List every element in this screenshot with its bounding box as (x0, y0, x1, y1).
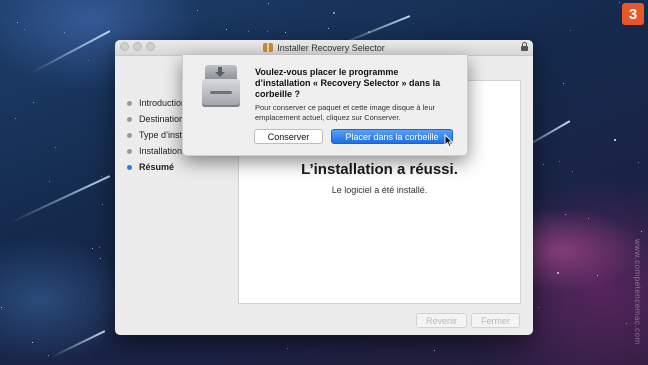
star (557, 272, 559, 274)
star (32, 342, 33, 343)
step-summary: Résumé (127, 159, 211, 175)
star (102, 204, 103, 205)
step-label: Introduction (139, 98, 187, 108)
step-dot-icon (127, 100, 132, 106)
star (49, 181, 50, 182)
step-dot-icon (127, 116, 132, 122)
mouse-pointer-icon (444, 134, 454, 148)
star (24, 29, 25, 30)
move-to-trash-button[interactable]: Placer dans la corbeille (331, 129, 453, 144)
star (1, 307, 2, 308)
star (538, 307, 539, 308)
minimize-window-button[interactable] (133, 42, 142, 51)
window-controls (120, 42, 155, 51)
star (33, 102, 34, 103)
star (559, 161, 560, 162)
star (99, 247, 100, 248)
zoom-window-button[interactable] (146, 42, 155, 51)
star (565, 214, 566, 215)
watermark: www.competencemac.com (633, 239, 642, 345)
close-button[interactable]: Fermer (471, 313, 520, 328)
star (285, 32, 286, 33)
step-dot-icon (127, 132, 132, 138)
trash-installer-dialog: Voulez-vous placer le programme d’instal… (182, 55, 468, 156)
star (268, 3, 269, 4)
step-number-badge: 3 (622, 3, 644, 25)
star (226, 29, 227, 30)
star (572, 171, 573, 172)
step-label: Résumé (139, 162, 175, 172)
success-headline: L’installation a réussi. (301, 161, 458, 178)
close-window-button[interactable] (120, 42, 129, 51)
star (328, 28, 329, 29)
star (88, 60, 89, 61)
star (15, 118, 16, 119)
window-title-text: Installer Recovery Selector (277, 42, 385, 53)
star (17, 22, 18, 23)
lock-icon (521, 42, 528, 51)
star (641, 231, 642, 232)
star (619, 2, 620, 3)
star (64, 32, 65, 33)
star (570, 30, 571, 31)
star (563, 83, 564, 84)
dialog-message: Pour conserver ce paquet et cette image … (255, 103, 436, 122)
star (614, 139, 616, 141)
comet (30, 30, 111, 75)
dialog-title: Voulez-vous placer le programme d’instal… (255, 67, 441, 99)
star (626, 323, 627, 324)
title-bar: Installer Recovery Selector (115, 40, 533, 56)
comet (50, 330, 106, 359)
success-subtext: Le logiciel a été installé. (331, 185, 428, 195)
star (434, 350, 435, 351)
step-dot-icon (127, 164, 132, 170)
keep-button[interactable]: Conserver (254, 129, 323, 144)
step-label: Destination (139, 114, 185, 124)
star (101, 176, 102, 177)
star (638, 162, 639, 163)
star (333, 12, 335, 14)
package-icon (263, 43, 274, 52)
window-title: Installer Recovery Selector (263, 43, 385, 53)
back-button[interactable]: Revenir (416, 313, 467, 328)
star (55, 147, 56, 148)
star (248, 31, 249, 32)
disk-image-icon (202, 65, 240, 107)
star (48, 355, 49, 356)
star (597, 275, 598, 276)
star (267, 31, 268, 32)
star (197, 10, 198, 11)
step-label: Installation (139, 146, 183, 156)
star (92, 248, 93, 249)
star (100, 258, 101, 259)
star (543, 164, 544, 165)
comet (9, 175, 111, 224)
star (588, 218, 589, 219)
step-dot-icon (127, 148, 132, 154)
star (287, 348, 288, 349)
